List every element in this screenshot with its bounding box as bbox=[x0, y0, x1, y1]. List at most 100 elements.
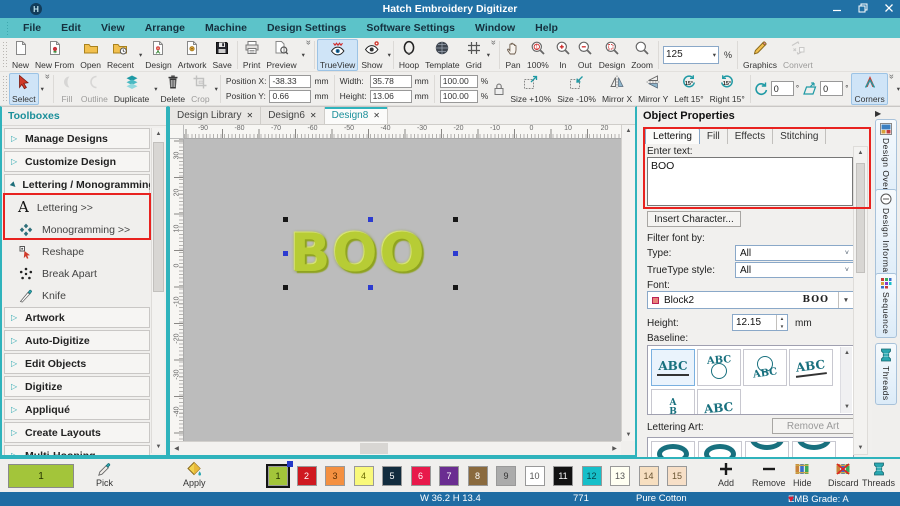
tab-fill[interactable]: Fill bbox=[700, 129, 728, 144]
100-button[interactable]: 1 100% bbox=[524, 39, 552, 71]
new-button[interactable]: New bbox=[9, 39, 32, 71]
toolbox-section-auto-digitize[interactable]: ▷ Auto-Digitize bbox=[4, 330, 150, 351]
toolbox-section-appliqu[interactable]: ▷ Appliqué bbox=[4, 399, 150, 420]
select-dropdown[interactable]: ▾ bbox=[41, 85, 44, 93]
select-button[interactable]: Select bbox=[9, 72, 39, 105]
type-select[interactable]: All ˅ bbox=[735, 245, 854, 261]
toolbar-overflow-icon[interactable]: » bbox=[304, 39, 314, 44]
scale-y-input[interactable]: 100.00 bbox=[439, 89, 478, 103]
tab-lettering[interactable]: Lettering bbox=[645, 128, 700, 144]
scroll-up-icon[interactable]: ▲ bbox=[152, 128, 165, 140]
height-spinner[interactable]: 12.15 ▲ ▼ bbox=[732, 314, 788, 331]
scroll-down-icon[interactable]: ▼ bbox=[854, 442, 867, 454]
font-dropdown-icon[interactable]: ▼ bbox=[838, 292, 853, 308]
in-button[interactable]: In bbox=[552, 39, 574, 71]
design-button[interactable]: Design bbox=[142, 39, 174, 71]
position-y-input[interactable]: 0.66 bbox=[269, 89, 312, 103]
canvas-viewport[interactable]: BOO bbox=[184, 139, 621, 441]
pick-color-button[interactable]: Pick bbox=[96, 461, 113, 488]
graphics-button[interactable]: Graphics bbox=[740, 39, 780, 71]
artwork-button[interactable]: Artwork bbox=[175, 39, 210, 71]
toolbox-section-digitize[interactable]: ▷ Digitize bbox=[4, 376, 150, 397]
corners-dropdown[interactable]: ▾ bbox=[897, 85, 900, 93]
menu-software-settings[interactable]: Software Settings bbox=[357, 20, 464, 36]
left-15-button[interactable]: 15° Left 15° bbox=[671, 73, 706, 105]
preview-dropdown[interactable]: ▾ bbox=[302, 51, 305, 59]
scroll-down-icon[interactable]: ▼ bbox=[622, 429, 635, 441]
spin-down-icon[interactable]: ▼ bbox=[777, 323, 787, 331]
sidebar-scrollbar[interactable]: ▲ ▼ bbox=[151, 128, 164, 453]
toolbar-overflow-icon[interactable]: » bbox=[489, 39, 499, 44]
mirror-y-button[interactable]: Mirror Y bbox=[635, 73, 671, 105]
color-swatch-12[interactable]: 12 bbox=[581, 466, 602, 486]
toolbar-overflow-icon[interactable]: » bbox=[43, 74, 53, 79]
tab-design-library[interactable]: Design Library ✕ bbox=[170, 107, 262, 124]
duplicate-button[interactable]: Duplicate bbox=[111, 73, 152, 105]
baseline-option-arched[interactable]: ABC bbox=[697, 389, 741, 414]
rotate-input[interactable]: 0 bbox=[770, 81, 794, 96]
scroll-left-icon[interactable]: ◀ bbox=[170, 443, 183, 454]
color-swatch-14[interactable]: 14 bbox=[638, 466, 659, 486]
menu-edit[interactable]: Edit bbox=[52, 20, 90, 36]
tool-knife[interactable]: Knife bbox=[4, 285, 150, 306]
color-swatch-1[interactable]: 1 bbox=[266, 461, 293, 488]
tool-break-apart[interactable]: Break Apart bbox=[4, 263, 150, 284]
show-button[interactable]: Show bbox=[358, 39, 385, 71]
save-button[interactable]: Save bbox=[210, 39, 235, 71]
spin-up-icon[interactable]: ▲ bbox=[777, 315, 787, 323]
apply-color-button[interactable]: Apply bbox=[183, 461, 206, 488]
menu-help[interactable]: Help bbox=[526, 20, 567, 36]
size-10-button[interactable]: Size +10% bbox=[507, 73, 554, 105]
tab-effects[interactable]: Effects bbox=[728, 129, 774, 144]
menu-window[interactable]: Window bbox=[466, 20, 524, 36]
corner-handle[interactable] bbox=[283, 217, 288, 222]
scroll-up-icon[interactable]: ▲ bbox=[841, 347, 853, 359]
menu-file[interactable]: File bbox=[14, 20, 50, 36]
remove-button[interactable]: Remove bbox=[752, 461, 786, 488]
baseline-scrollbar[interactable]: ▲ ▼ bbox=[840, 347, 852, 413]
canvas-hscrollbar[interactable]: ◀ ▶ bbox=[170, 441, 621, 455]
design-button[interactable]: Design bbox=[596, 39, 628, 71]
width-input[interactable]: 35.78 bbox=[369, 74, 412, 88]
mid-handle[interactable] bbox=[368, 217, 373, 222]
zoom-level-combo[interactable]: 125 ▾ bbox=[662, 45, 719, 64]
toolbox-section-edit-objects[interactable]: ▷ Edit Objects bbox=[4, 353, 150, 374]
remove-art-button[interactable]: Remove Art bbox=[772, 418, 854, 434]
scroll-down-icon[interactable]: ▼ bbox=[841, 401, 853, 413]
tab-design8[interactable]: Design8 ✕ bbox=[324, 107, 388, 124]
minimize-button[interactable] bbox=[832, 3, 842, 16]
lettering-art-option[interactable] bbox=[745, 441, 789, 457]
toolbox-section-customize-design[interactable]: ▷ Customize Design bbox=[4, 151, 150, 172]
color-swatch-13[interactable]: 13 bbox=[610, 466, 630, 486]
hoop-button[interactable]: Hoop bbox=[396, 39, 422, 71]
proportional-lock-icon[interactable] bbox=[491, 81, 507, 97]
baseline-option-slanted[interactable]: ABC bbox=[789, 349, 833, 386]
skew-input[interactable]: 0 bbox=[820, 81, 844, 96]
threads-button[interactable]: Threads bbox=[862, 461, 895, 488]
tab-threads[interactable]: Threads bbox=[875, 343, 897, 405]
color-swatch-15[interactable]: 15 bbox=[667, 466, 687, 486]
mid-handle[interactable] bbox=[453, 251, 458, 256]
restore-button[interactable] bbox=[858, 3, 868, 16]
position-x-input[interactable]: -38.33 bbox=[269, 74, 312, 88]
open-button[interactable]: Open bbox=[77, 39, 104, 71]
color-swatch-2[interactable]: 2 bbox=[296, 466, 317, 486]
corner-handle[interactable] bbox=[453, 285, 458, 290]
color-swatch-10[interactable]: 10 bbox=[524, 466, 545, 486]
scroll-down-icon[interactable]: ▼ bbox=[152, 441, 165, 453]
add-button[interactable]: Add bbox=[718, 461, 734, 488]
tool-reshape[interactable]: Reshape bbox=[4, 241, 150, 262]
hide-button[interactable]: Hide bbox=[793, 461, 812, 488]
close-icon[interactable]: ✕ bbox=[246, 111, 253, 120]
grid-button[interactable]: Grid bbox=[463, 39, 485, 71]
pan-button[interactable]: Pan bbox=[502, 39, 524, 71]
toolbox-section-create-layouts[interactable]: ▷ Create Layouts bbox=[4, 422, 150, 443]
panel-scrollbar[interactable]: ▲ ▼ bbox=[853, 146, 868, 455]
tab-design6[interactable]: Design6 ✕ bbox=[261, 107, 325, 124]
crop-dropdown[interactable]: ▾ bbox=[215, 85, 218, 93]
grid-dropdown[interactable]: ▾ bbox=[487, 51, 490, 59]
close-icon[interactable]: ✕ bbox=[373, 111, 380, 120]
corner-handle[interactable] bbox=[283, 285, 288, 290]
print-button[interactable]: Print bbox=[240, 39, 263, 71]
size-10-button[interactable]: Size -10% bbox=[554, 73, 599, 105]
